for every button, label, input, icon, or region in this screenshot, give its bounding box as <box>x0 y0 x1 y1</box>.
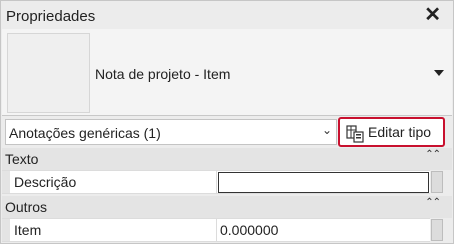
section-header-outros[interactable]: Outros ⌃⌃ <box>2 196 452 218</box>
property-row-descricao: Descrição <box>2 170 430 194</box>
section-title: Texto <box>5 151 39 167</box>
column-divider <box>216 171 217 193</box>
dropdown-arrow-icon[interactable] <box>434 70 444 76</box>
row-scroll-handle[interactable] <box>431 171 443 193</box>
row-indent <box>2 171 10 193</box>
category-filter-label: Anotações genéricas (1) <box>9 125 161 141</box>
title-bar: Propriedades ✕ <box>1 1 453 31</box>
section-title: Outros <box>5 199 48 215</box>
chevron-down-icon: ⌄ <box>321 123 332 137</box>
property-name: Item <box>14 222 42 238</box>
edit-type-icon <box>346 125 364 146</box>
close-icon[interactable]: ✕ <box>424 4 441 26</box>
collapse-icon[interactable]: ⌃⌃ <box>425 198 441 208</box>
row-scroll-handle[interactable] <box>431 219 443 241</box>
section-header-texto[interactable]: Texto ⌃⌃ <box>2 148 452 170</box>
property-name: Descrição <box>14 174 77 190</box>
type-preview-image <box>7 33 90 113</box>
row-indent <box>2 219 10 241</box>
item-value[interactable]: 0.000000 <box>220 222 278 238</box>
type-selector[interactable]: Nota de projeto - Item <box>2 29 452 116</box>
property-row-item: Item 0.000000 <box>2 218 430 242</box>
descricao-input[interactable] <box>218 172 429 193</box>
collapse-icon[interactable]: ⌃⌃ <box>425 150 441 160</box>
properties-panel: Propriedades ✕ Nota de projeto - Item An… <box>0 0 454 244</box>
filter-row: Anotações genéricas (1) ⌄ Editar tipo <box>2 117 452 147</box>
edit-type-label: Editar tipo <box>368 124 432 140</box>
edit-type-button[interactable]: Editar tipo <box>338 117 445 147</box>
category-filter-dropdown[interactable]: Anotações genéricas (1) ⌄ <box>5 119 337 145</box>
type-name: Nota de projeto - Item <box>95 66 231 82</box>
column-divider <box>216 219 217 241</box>
panel-title: Propriedades <box>6 8 96 25</box>
